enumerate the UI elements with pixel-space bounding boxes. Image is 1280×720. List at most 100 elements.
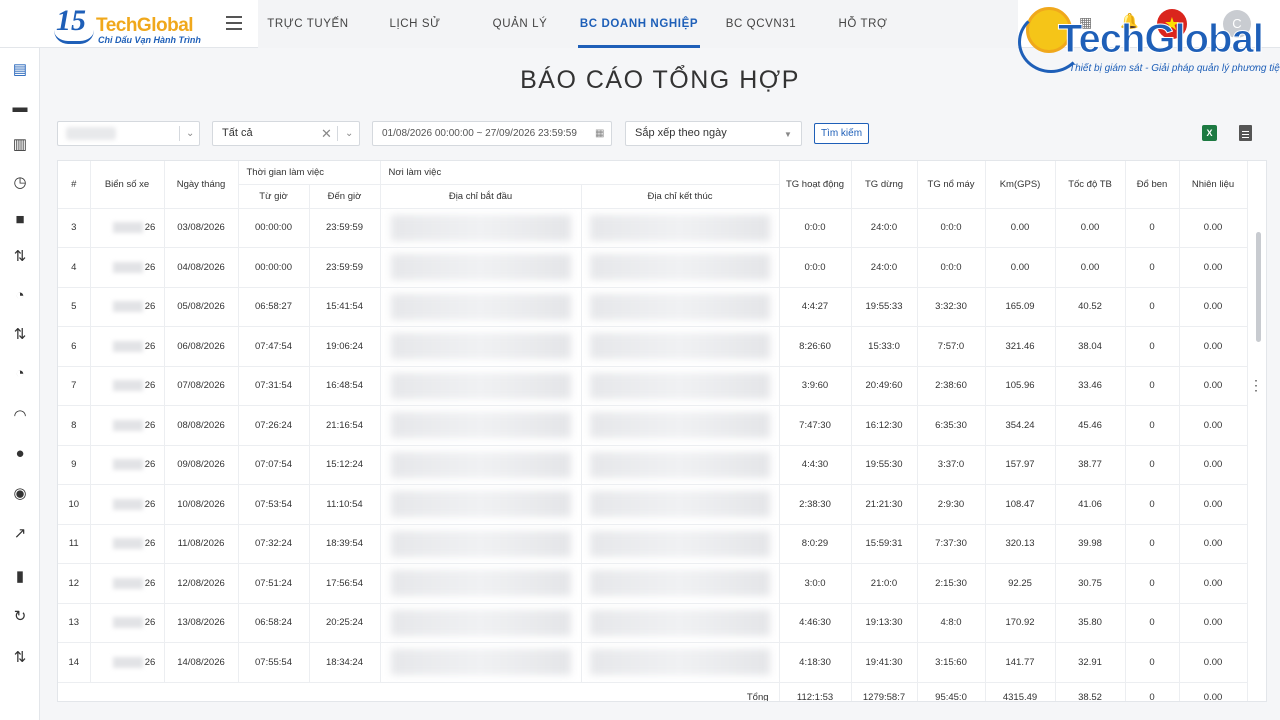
cell-fuel: 0.00 xyxy=(1179,287,1248,327)
total-run-time: 112:1:53 xyxy=(779,682,852,701)
table-row[interactable]: 8 26 08/08/2026 07:26:24 21:16:54 7:47:30 16:1… xyxy=(58,405,1248,446)
table-row[interactable]: 7 26 07/08/2026 07:31:54 16:48:54 3:9:60 20:49… xyxy=(58,366,1248,406)
table-scrollbar[interactable] xyxy=(1256,232,1261,342)
col-header-avg-speed: Tốc độ TB xyxy=(1055,161,1126,209)
menu-item-2[interactable]: QUẢN LÝ xyxy=(470,0,570,48)
cell-index: 9 xyxy=(58,445,91,485)
cell-km: 0.00 xyxy=(985,247,1056,288)
chevron-down-icon: ⌄ xyxy=(345,128,354,139)
table-row[interactable]: 6 26 06/08/2026 07:47:54 19:06:24 8:26:60 15:3… xyxy=(58,326,1248,367)
table-row[interactable]: 13 26 13/08/2026 06:58:24 20:25:24 4:46:30 19:… xyxy=(58,603,1248,643)
cell-avg-speed: 38.04 xyxy=(1055,326,1126,367)
location-pin-icon[interactable]: ● xyxy=(10,444,30,464)
trend-icon[interactable]: ↗ xyxy=(10,524,30,544)
transfer-icon[interactable]: ⇅ xyxy=(10,325,30,345)
address-redacted xyxy=(590,254,771,281)
menu-item-0[interactable]: TRỰC TUYẾN xyxy=(258,0,358,48)
address-redacted xyxy=(390,570,571,597)
plate-redacted xyxy=(112,498,143,510)
cell-avg-speed: 33.46 xyxy=(1055,366,1126,406)
cell-fuel-fill: 0 xyxy=(1125,445,1180,485)
address-redacted xyxy=(390,530,571,557)
bar-chart-icon[interactable]: ▮ xyxy=(10,567,30,587)
address-redacted xyxy=(590,293,771,320)
search-button[interactable]: Tìm kiếm xyxy=(814,123,869,144)
watermark-brand: TechGlobal xyxy=(1058,17,1265,62)
col-group-workplace: Nơi làm việc xyxy=(380,161,780,185)
cell-run-time: 3:9:60 xyxy=(779,366,852,406)
address-redacted xyxy=(590,412,771,439)
excel-export-icon[interactable]: X xyxy=(1202,125,1217,141)
cell-end-address xyxy=(581,287,780,327)
cell-engine-time: 2:15:30 xyxy=(917,563,986,604)
cell-fuel: 0.00 xyxy=(1179,326,1248,367)
total-km: 4315.49 xyxy=(985,682,1056,701)
cell-run-time: 2:38:30 xyxy=(779,484,852,525)
menu-item-3[interactable]: BC DOANH NGHIỆP xyxy=(578,0,700,48)
menu-item-1[interactable]: LỊCH SỬ xyxy=(366,0,464,48)
timer-icon[interactable]: ◔ xyxy=(10,286,30,306)
cell-avg-speed: 0.00 xyxy=(1055,208,1126,248)
clear-icon[interactable]: ✕ xyxy=(321,122,332,145)
clipboard-icon[interactable]: ▥ xyxy=(10,135,30,155)
cell-engine-time: 0:0:0 xyxy=(917,208,986,248)
cell-to: 23:59:59 xyxy=(309,247,381,288)
col-header-stop-time: TG dừng xyxy=(851,161,918,209)
more-options-icon[interactable]: ⋮ xyxy=(1249,377,1263,394)
cell-end-address xyxy=(581,208,780,248)
calendar-icon[interactable]: ▤ xyxy=(10,60,30,80)
address-redacted xyxy=(390,254,571,281)
cell-km: 92.25 xyxy=(985,563,1056,604)
hamburger-menu-icon[interactable] xyxy=(226,16,242,30)
cell-date: 11/08/2026 xyxy=(164,524,239,564)
techglobal-logo[interactable]: 15 TechGlobal Chỉ Dấu Vạn Hành Trình xyxy=(54,4,204,46)
table-row[interactable]: 12 26 12/08/2026 07:51:24 17:56:54 3:0:0 21:0:… xyxy=(58,563,1248,604)
cell-run-time: 3:0:0 xyxy=(779,563,852,604)
sort-select[interactable]: Sắp xếp theo ngày ▼ xyxy=(625,121,802,146)
col-header-plate: Biển số xe xyxy=(90,161,165,209)
cell-date: 03/08/2026 xyxy=(164,208,239,248)
date-range-value: 01/08/2026 00:00:00 ~ 27/09/2026 23:59:5… xyxy=(382,128,577,139)
menu-item-4[interactable]: BC QCVN31 xyxy=(710,0,812,48)
cell-plate: 26 xyxy=(90,208,165,248)
document-export-icon[interactable] xyxy=(1239,125,1252,141)
cell-plate: 26 xyxy=(90,524,165,564)
plate-redacted xyxy=(112,380,143,392)
stop-icon[interactable]: ■ xyxy=(10,210,30,230)
col-group-work-time: Thời gian làm việc xyxy=(238,161,381,185)
cell-fuel-fill: 0 xyxy=(1125,326,1180,367)
status-select[interactable]: Tất cả ✕ ⌄ xyxy=(212,121,360,146)
cell-plate: 26 xyxy=(90,603,165,643)
date-range-picker[interactable]: 01/08/2026 00:00:00 ~ 27/09/2026 23:59:5… xyxy=(372,121,612,146)
cell-run-time: 7:47:30 xyxy=(779,405,852,446)
refresh-icon[interactable]: ↻ xyxy=(10,607,30,627)
table-row[interactable]: 11 26 11/08/2026 07:32:24 18:39:54 8:0:29 15:5… xyxy=(58,524,1248,564)
cell-start-address xyxy=(380,405,582,446)
target-icon[interactable]: ◉ xyxy=(10,484,30,504)
timer-icon[interactable]: ◔ xyxy=(10,364,30,384)
cell-run-time: 8:0:29 xyxy=(779,524,852,564)
table-row[interactable]: 4 26 04/08/2026 00:00:00 23:59:59 0:0:0 24:0:0… xyxy=(58,247,1248,288)
cell-start-address xyxy=(380,563,582,604)
transfer-icon[interactable]: ⇅ xyxy=(10,247,30,267)
plate-suffix: 26 xyxy=(144,617,156,629)
vehicle-select[interactable]: ⌄ xyxy=(57,121,200,146)
cell-stop-time: 21:0:0 xyxy=(851,563,918,604)
table-row[interactable]: 9 26 09/08/2026 07:07:54 15:12:24 4:4:30 19:55… xyxy=(58,445,1248,485)
cell-fuel-fill: 0 xyxy=(1125,405,1180,446)
table-row[interactable]: 3 26 03/08/2026 00:00:00 23:59:59 0:0:0 24:0:0… xyxy=(58,208,1248,248)
history-icon[interactable]: ◷ xyxy=(10,173,30,193)
menu-item-5[interactable]: HỖ TRỢ xyxy=(818,0,908,48)
total-row: Tổng 112:1:53 1279:58:7 95:45:0 4315.49 38.52… xyxy=(58,682,1248,701)
table-row[interactable]: 5 26 05/08/2026 06:58:27 15:41:54 4:4:27 19:55… xyxy=(58,287,1248,327)
transfer-icon[interactable]: ⇅ xyxy=(10,648,30,668)
cell-stop-time: 19:55:30 xyxy=(851,445,918,485)
logo-number: 15 xyxy=(56,4,86,37)
cell-from: 07:53:54 xyxy=(238,484,310,525)
table-row[interactable]: 14 26 14/08/2026 07:55:54 18:34:24 4:18:30 19:… xyxy=(58,642,1248,683)
table-row[interactable]: 10 26 10/08/2026 07:53:54 11:10:54 2:38:30 21:… xyxy=(58,484,1248,525)
document-icon[interactable]: ▬ xyxy=(10,98,30,118)
cell-fuel: 0.00 xyxy=(1179,563,1248,604)
cell-index: 4 xyxy=(58,247,91,288)
speedometer-icon[interactable]: ◠ xyxy=(10,406,30,426)
